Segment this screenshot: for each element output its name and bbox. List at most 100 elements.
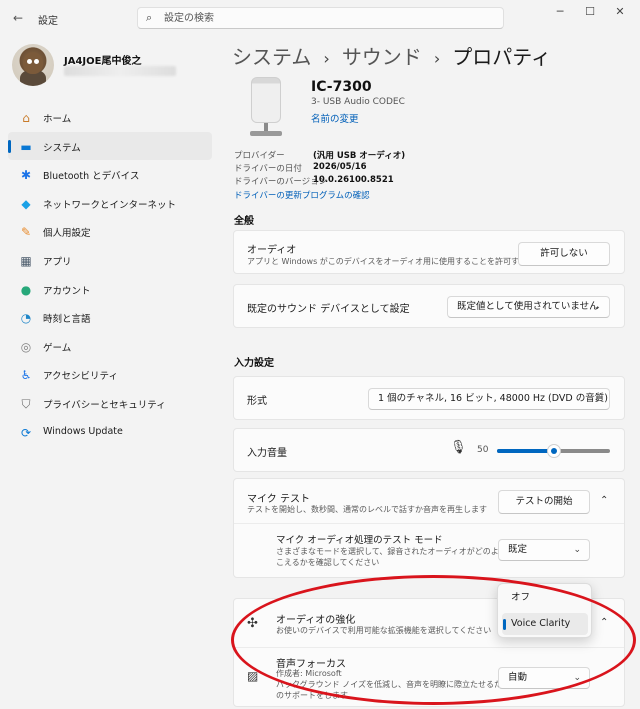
maximize-icon[interactable]: ☐ (576, 4, 604, 20)
test-mode-description-2: こえるかを確認してください (276, 558, 380, 567)
sidebar-item-7[interactable]: ◔ 時刻と言語 (8, 303, 212, 332)
device-name: IC-7300 (311, 79, 372, 95)
close-icon[interactable]: ✕ (606, 4, 634, 20)
title-bar: ← 設定 ⌕ ─ ☐ ✕ (0, 0, 640, 36)
slider-thumb[interactable] (546, 444, 561, 458)
nav-icon: ⛉ (21, 396, 31, 411)
chevron-down-icon: ⌄ (573, 673, 581, 683)
microphone-device-icon (247, 77, 285, 139)
slider-fill (497, 449, 554, 453)
page-title: プロパティ (452, 45, 552, 69)
search-icon: ⌕ (146, 11, 153, 24)
enhancement-option-off[interactable]: オフ (502, 587, 588, 609)
provider-label: プロバイダー (234, 151, 285, 161)
input-settings-heading: 入力設定 (234, 358, 274, 369)
nav-icon: ◆ (21, 196, 31, 211)
driver-date-value: 2026/05/16 (313, 162, 367, 172)
enhancement-option-voice-clarity[interactable]: Voice Clarity (502, 613, 588, 635)
general-heading: 全般 (234, 216, 254, 227)
nav-icon: ✱ (20, 168, 32, 183)
sidebar-item-8[interactable]: ◎ ゲーム (8, 332, 212, 361)
sidebar-item-label: ネットワークとインターネット (43, 199, 177, 211)
test-mode-description-1: さまざまなモードを選択して、録音されたオーディオがどのように聞 (276, 547, 523, 556)
enhancement-sparkle-icon: ✣ (247, 616, 258, 631)
chevron-down-icon: ⌄ (593, 302, 601, 312)
audio-description: アプリと Windows がこのデバイスをオーディオ用に使用することを許可する (247, 257, 527, 266)
input-volume-slider[interactable] (497, 444, 610, 458)
avatar (12, 44, 54, 86)
sidebar-item-2[interactable]: ✱ Bluetooth とデバイス (8, 160, 212, 189)
sidebar-item-11[interactable]: ⟳ Windows Update (8, 418, 212, 447)
format-dropdown[interactable]: 1 個のチャネル, 16 ビット, 48000 Hz (DVD の音質) ⌄ (368, 388, 610, 410)
disallow-button[interactable]: 許可しない (518, 242, 610, 266)
nav-icon: ▦ (20, 253, 32, 268)
sidebar-item-label: Windows Update (43, 425, 123, 437)
format-title: 形式 (247, 396, 267, 407)
test-mode-dropdown[interactable]: 既定 ⌄ (498, 539, 590, 561)
sidebar-item-label: ホーム (43, 114, 72, 125)
format-card: 形式 1 個のチャネル, 16 ビット, 48000 Hz (DVD の音質) … (233, 376, 625, 420)
search-box[interactable]: ⌕ (137, 7, 504, 29)
sidebar-item-1[interactable]: ▬ システム (8, 131, 212, 161)
driver-update-link[interactable]: ドライバーの更新プログラムの確認 (234, 189, 370, 201)
nav-icon: ▬ (20, 139, 32, 154)
breadcrumb-system[interactable]: システム (232, 45, 311, 69)
microphone-icon[interactable]: 🎙 (450, 440, 467, 455)
mic-test-description: テストを開始し、数秒間、通常のレベルで話すか音声を再生します (247, 505, 487, 514)
test-mode-value: 既定 (508, 544, 528, 555)
voice-focus-author: 作成者: Microsoft (276, 669, 342, 678)
user-profile[interactable]: JA4JOE尾中俊之 (12, 44, 212, 88)
sidebar-item-0[interactable]: ⌂ ホーム (8, 103, 212, 132)
sidebar-item-3[interactable]: ◆ ネットワークとインターネット (8, 189, 212, 218)
minimize-icon[interactable]: ─ (546, 4, 574, 20)
search-input[interactable] (164, 10, 484, 26)
nav-icon: ● (20, 282, 32, 297)
voice-focus-dropdown[interactable]: 自動 ⌄ (498, 667, 590, 689)
device-subtitle: 3- USB Audio CODEC (311, 97, 405, 107)
default-device-dropdown[interactable]: 既定値として使用されていません ⌄ (447, 296, 610, 318)
user-email-redacted (64, 66, 176, 76)
enhancement-options-popup: オフ Voice Clarity (497, 583, 592, 638)
nav-icon: ⟳ (20, 425, 32, 440)
default-device-title: 既定のサウンド デバイスとして設定 (247, 304, 410, 315)
back-arrow-icon[interactable]: ← (8, 8, 28, 28)
mic-test-card: マイク テスト テストを開始し、数秒間、通常のレベルで話すか音声を再生します テ… (233, 478, 625, 578)
breadcrumb-separator: › (433, 49, 441, 68)
sidebar-item-6[interactable]: ● アカウント (8, 275, 212, 304)
driver-date-label: ドライバーの日付 (234, 164, 302, 174)
enhancement-description: お使いのデバイスで利用可能な拡張機能を選択してください (276, 626, 492, 635)
audio-allow-card: オーディオ アプリと Windows がこのデバイスをオーディオ用に使用すること… (233, 230, 625, 274)
input-volume-title: 入力音量 (247, 448, 287, 459)
nav-icon: ◔ (20, 311, 32, 326)
sidebar-item-label: 時刻と言語 (43, 314, 91, 326)
chevron-up-icon[interactable]: ⌃ (600, 495, 608, 506)
nav-icon: ✎ (20, 225, 32, 240)
start-test-button[interactable]: テストの開始 (498, 490, 590, 514)
voice-focus-icon: ▨ (247, 669, 259, 683)
sidebar-item-5[interactable]: ▦ アプリ (8, 246, 212, 275)
app-title: 設定 (38, 16, 58, 27)
format-value: 1 個のチャネル, 16 ビット, 48000 Hz (DVD の音質) (378, 393, 608, 404)
sidebar-item-label: Bluetooth とデバイス (43, 171, 140, 183)
sidebar-item-label: ゲーム (43, 342, 72, 354)
sidebar-item-4[interactable]: ✎ 個人用設定 (8, 217, 212, 246)
test-mode-title: マイク オーディオ処理のテスト モード (276, 535, 443, 546)
chevron-down-icon: ⌄ (573, 545, 581, 555)
default-device-card: 既定のサウンド デバイスとして設定 既定値として使用されていません ⌄ (233, 284, 625, 328)
chevron-up-icon[interactable]: ⌃ (600, 617, 608, 628)
mic-test-title: マイク テスト (247, 494, 310, 505)
breadcrumb-separator: › (323, 49, 330, 68)
nav-icon: ◎ (20, 339, 32, 354)
default-device-value: 既定値として使用されていません (457, 301, 599, 312)
breadcrumb-sound[interactable]: サウンド (342, 45, 422, 69)
rename-link[interactable]: 名前の変更 (311, 111, 359, 125)
sidebar-item-9[interactable]: ♿ アクセシビリティ (8, 360, 212, 389)
voice-focus-description-1: バックグラウンド ノイズを低減し、音声を明瞭に際立たせるため (276, 680, 510, 689)
nav-icon: ♿ (20, 368, 32, 383)
provider-value: (汎用 USB オーディオ) (313, 151, 406, 161)
chevron-down-icon: ⌄ (593, 394, 601, 404)
input-volume-value: 50 (477, 445, 489, 455)
voice-focus-value: 自動 (508, 672, 528, 683)
sidebar-item-10[interactable]: ⛉ プライバシーとセキュリティ (8, 389, 212, 418)
enhancement-title: オーディオの強化 (276, 615, 356, 626)
